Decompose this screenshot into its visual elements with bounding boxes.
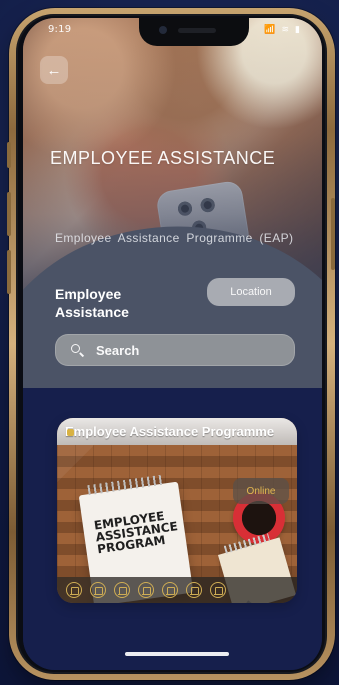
footer-icon-7 xyxy=(210,582,226,598)
card-title: Employee Assistance Programme xyxy=(65,424,275,439)
card-title-icon xyxy=(67,429,74,436)
search-icon xyxy=(70,343,84,357)
program-card[interactable]: Employee Assistance Programme EMPLOYEE A… xyxy=(57,418,297,603)
status-time: 9:19 xyxy=(48,24,72,35)
phone-screen: 9:19 📶 ≋ ▮ ← EMPLOYEE ASSISTANCE Employe… xyxy=(23,18,322,670)
footer-icon-2 xyxy=(90,582,106,598)
notch-speaker xyxy=(178,28,216,33)
phone-side-button-left-middle xyxy=(7,192,11,236)
section-label: Employee Assistance xyxy=(55,286,129,320)
signal-icon: 📶 xyxy=(264,25,276,35)
page-title: EMPLOYEE ASSISTANCE xyxy=(50,148,276,168)
card-footer xyxy=(57,577,297,603)
wifi-icon: ≋ xyxy=(281,25,290,35)
phone-side-button-left-top xyxy=(7,142,11,168)
footer-icon-5 xyxy=(162,582,178,598)
battery-icon: ▮ xyxy=(295,25,300,35)
card-image: EMPLOYEE ASSISTANCE PROGRAM Online xyxy=(57,445,297,603)
online-badge: Online xyxy=(233,478,289,504)
back-arrow-icon: ← xyxy=(46,61,62,79)
page-subtitle: Employee Assistance Programme (EAP) xyxy=(55,231,294,245)
footer-icon-3 xyxy=(114,582,130,598)
phone-side-button-right xyxy=(331,198,335,270)
footer-icon-6 xyxy=(186,582,202,598)
notch-camera-icon xyxy=(159,26,167,34)
location-button[interactable]: Location xyxy=(207,278,295,306)
home-indicator xyxy=(125,652,229,656)
search-box[interactable] xyxy=(55,334,295,366)
status-icons: 📶 ≋ ▮ xyxy=(264,25,300,35)
footer-icon-4 xyxy=(138,582,154,598)
search-input[interactable] xyxy=(96,342,266,358)
app-screenshot: 9:19 📶 ≋ ▮ ← EMPLOYEE ASSISTANCE Employe… xyxy=(0,0,339,685)
notebook-text: EMPLOYEE ASSISTANCE PROGRAM xyxy=(93,508,179,557)
phone-side-button-left-bottom xyxy=(7,250,11,294)
phone-notch xyxy=(139,18,249,46)
back-button[interactable]: ← xyxy=(40,56,68,84)
footer-icon-1 xyxy=(66,582,82,598)
